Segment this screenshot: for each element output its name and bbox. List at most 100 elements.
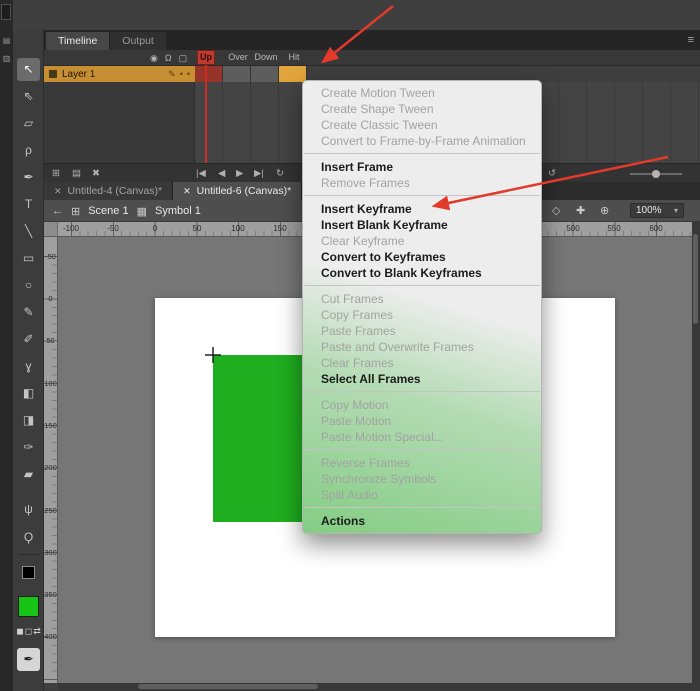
frame-hit-selected[interactable] bbox=[279, 66, 307, 82]
delete-layer-icon[interactable]: ✖ bbox=[92, 164, 100, 183]
pen-tool[interactable]: ✒ bbox=[17, 166, 40, 189]
menu-separator bbox=[304, 285, 540, 286]
hand-tool[interactable]: ψ bbox=[17, 498, 40, 521]
menu-item: Create Classic Tween bbox=[303, 117, 541, 133]
timeline-zoom-slider-thumb[interactable] bbox=[652, 170, 660, 178]
back-arrow-icon[interactable]: ← bbox=[52, 205, 63, 217]
edit-symbols-icon[interactable]: ⊕ bbox=[600, 204, 609, 217]
go-to-last-frame-icon[interactable]: ▶| bbox=[254, 164, 264, 183]
close-tab-icon[interactable]: ✕ bbox=[54, 186, 62, 197]
frame-over[interactable] bbox=[223, 66, 251, 82]
selection-tool[interactable]: ↖ bbox=[17, 58, 40, 81]
ruler-label: -50 bbox=[44, 252, 57, 261]
zoom-value: 100% bbox=[636, 205, 662, 216]
tab-timeline[interactable]: Timeline bbox=[46, 32, 109, 50]
ruler-label: 250 bbox=[44, 506, 57, 515]
tool-icon: ✑ bbox=[23, 440, 33, 454]
timeline-zoom-slider[interactable] bbox=[630, 173, 682, 175]
close-tab-icon[interactable]: ✕ bbox=[183, 186, 191, 197]
timeline-tabbar: TimelineOutput bbox=[44, 30, 700, 50]
layer-name-cell[interactable]: Layer 1 ✎ • • bbox=[44, 66, 195, 82]
lasso-tool[interactable]: ρ bbox=[17, 139, 40, 162]
bone-tool[interactable]: ɣ bbox=[17, 355, 40, 378]
menu-item[interactable]: Select All Frames bbox=[303, 371, 541, 387]
oval-tool[interactable]: ○ bbox=[17, 274, 40, 297]
horizontal-scrollbar[interactable] bbox=[58, 683, 692, 691]
breadcrumb-scene[interactable]: Scene 1 bbox=[88, 205, 128, 217]
menu-separator bbox=[304, 507, 540, 508]
menu-item: Clear Keyframe bbox=[303, 233, 541, 249]
outline-all-layers-icon[interactable]: ▢ bbox=[179, 53, 188, 64]
breadcrumb-symbol[interactable]: Symbol 1 bbox=[155, 205, 201, 217]
fill-color-swatch[interactable] bbox=[18, 596, 39, 617]
tool-icon: ▭ bbox=[23, 251, 34, 265]
vertical-scrollbar-thumb[interactable] bbox=[693, 234, 698, 324]
eraser-tool[interactable]: ▰ bbox=[17, 463, 40, 486]
lock-all-layers-icon[interactable]: Ω bbox=[165, 53, 172, 63]
go-to-first-frame-icon[interactable]: |◀ bbox=[196, 164, 206, 183]
horizontal-scrollbar-thumb[interactable] bbox=[138, 684, 318, 689]
dock-panel-icon-1[interactable]: ▤ bbox=[1, 36, 12, 45]
document-tab-label: Untitled-4 (Canvas)* bbox=[68, 185, 163, 197]
edit-scene-icon[interactable]: ◇ bbox=[552, 204, 560, 217]
reset-timeline-icon[interactable]: ↺ bbox=[548, 164, 556, 183]
ruler-label: 100 bbox=[231, 224, 244, 233]
tool-icon: ╲ bbox=[25, 224, 32, 238]
ruler-label: 300 bbox=[44, 548, 57, 557]
menu-item: Paste Motion bbox=[303, 413, 541, 429]
panel-menu-icon[interactable]: ≡ bbox=[688, 34, 694, 46]
new-folder-icon[interactable]: ▤ bbox=[72, 164, 81, 183]
stroke-color-swatch[interactable] bbox=[22, 566, 35, 579]
default-swap-colors-icon[interactable]: ◼◻⇄ bbox=[16, 626, 42, 637]
paint-bucket-tool[interactable]: ◧ bbox=[17, 382, 40, 405]
layer-visibility-dot[interactable]: • bbox=[180, 69, 183, 79]
eyedropper-tool[interactable]: ✑ bbox=[17, 436, 40, 459]
vertical-scrollbar[interactable] bbox=[692, 222, 700, 691]
play-icon[interactable]: ▶ bbox=[236, 164, 243, 183]
tool-icon: ψ bbox=[24, 502, 33, 516]
menu-item: Copy Motion bbox=[303, 397, 541, 413]
center-frame-icon[interactable]: ✚ bbox=[576, 204, 585, 217]
menu-item[interactable]: Actions bbox=[303, 513, 541, 529]
ink-bottle-tool[interactable]: ◨ bbox=[17, 409, 40, 432]
free-transform-tool[interactable]: ▱ bbox=[17, 112, 40, 135]
new-layer-icon[interactable]: ⊞ bbox=[52, 164, 60, 183]
line-tool[interactable]: ╲ bbox=[17, 220, 40, 243]
playhead-marker[interactable]: Up bbox=[197, 50, 215, 65]
step-back-icon[interactable]: ◀ bbox=[218, 164, 225, 183]
menu-item[interactable]: Insert Frame bbox=[303, 159, 541, 175]
tool-options-button[interactable]: ✒ bbox=[17, 648, 40, 671]
document-tab-label: Untitled-6 (Canvas)* bbox=[197, 185, 292, 197]
menu-item: Reverse Frames bbox=[303, 455, 541, 471]
menu-item[interactable]: Insert Keyframe bbox=[303, 201, 541, 217]
menu-item[interactable]: Convert to Blank Keyframes bbox=[303, 265, 541, 281]
flash-application-window: ▤ ▥ ↖ ⇖ ▱ ρ ✒ T ╲ ▭ ○ ✎ ✐ ɣ ◧ ◨ ✑ ▰ ψϘ ◼◻⇄ ✒ TimelineOutp… bbox=[0, 0, 700, 691]
ruler-label: 500 bbox=[566, 224, 579, 233]
tool-icon: ✒ bbox=[23, 170, 33, 184]
tab-output[interactable]: Output bbox=[110, 32, 166, 50]
menu-item[interactable]: Convert to Keyframes bbox=[303, 249, 541, 265]
text-tool[interactable]: T bbox=[17, 193, 40, 216]
frame-up-playhead[interactable] bbox=[195, 66, 223, 82]
brush-tool[interactable]: ✐ bbox=[17, 328, 40, 351]
pencil-tool[interactable]: ✎ bbox=[17, 301, 40, 324]
subselection-tool[interactable]: ⇖ bbox=[17, 85, 40, 108]
doc-tab-untitled-4[interactable]: ✕ Untitled-4 (Canvas)* bbox=[44, 182, 173, 200]
rectangle-tool[interactable]: ▭ bbox=[17, 247, 40, 270]
doc-tab-untitled-6[interactable]: ✕ Untitled-6 (Canvas)* bbox=[173, 182, 302, 200]
scene-icon: ⊞ bbox=[71, 205, 80, 218]
layer-lock-dot[interactable]: • bbox=[187, 69, 190, 79]
zoom-tool[interactable]: Ϙ bbox=[17, 526, 40, 549]
zoom-select[interactable]: 100% ▾ bbox=[630, 203, 684, 218]
symbol-icon: ▦ bbox=[137, 205, 147, 218]
menu-item[interactable]: Insert Blank Keyframe bbox=[303, 217, 541, 233]
frame-state-label: Hit bbox=[289, 50, 300, 65]
dock-panel-icon-2[interactable]: ▥ bbox=[1, 54, 12, 63]
ruler-label: 200 bbox=[44, 463, 57, 472]
layer-list-empty-area bbox=[44, 82, 195, 163]
loop-icon[interactable]: ↻ bbox=[276, 164, 284, 183]
show-hide-all-layers-icon[interactable]: ◉ bbox=[150, 53, 158, 64]
ruler-label: 50 bbox=[193, 224, 202, 233]
frame-down[interactable] bbox=[251, 66, 279, 82]
tool-icon: ρ bbox=[25, 143, 32, 157]
